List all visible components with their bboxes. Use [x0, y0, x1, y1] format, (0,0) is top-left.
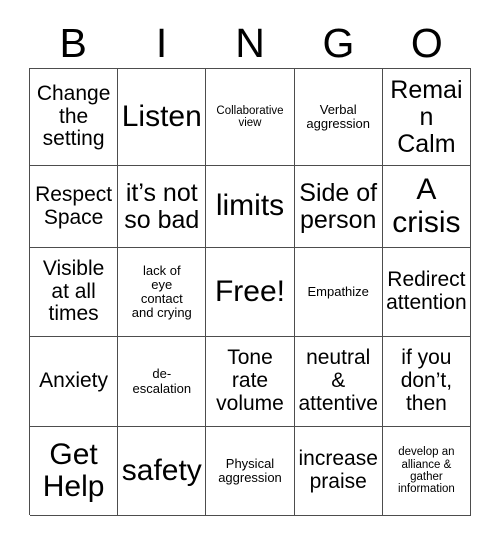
bingo-cell-label: increase praise — [298, 447, 378, 493]
bingo-header-letter-o: O — [410, 19, 443, 66]
bingo-cell-label: Tone rate volume — [216, 346, 284, 415]
bingo-cell[interactable]: Tone rate volume — [206, 337, 295, 427]
bingo-header-letter-g: G — [322, 19, 355, 66]
bingo-cell-label: limits — [215, 189, 285, 223]
bingo-cell-label: Listen — [121, 99, 202, 133]
bingo-cell-label: de- escalation — [132, 366, 192, 396]
bingo-cell[interactable]: safety — [118, 427, 207, 516]
bingo-cell[interactable]: Get Help — [30, 427, 119, 516]
bingo-cell-label: Redirect attention — [386, 268, 467, 314]
bingo-cell[interactable]: Empathize — [294, 248, 383, 337]
bingo-cell[interactable]: Remain Calm — [382, 69, 471, 166]
bingo-cell[interactable]: Redirect attention — [382, 248, 471, 337]
bingo-header-letter-n: N — [235, 19, 265, 66]
bingo-cell-label: Side of person — [299, 178, 378, 234]
bingo-cell[interactable]: Anxiety — [30, 337, 119, 427]
bingo-cell-label: Anxiety — [39, 369, 109, 393]
bingo-cell-label: Respect Space — [35, 182, 113, 229]
bingo-cell[interactable]: Verbal aggression — [294, 69, 383, 166]
bingo-cell-label: Free! — [214, 274, 285, 308]
bingo-cell-label: Collaborative view — [216, 104, 284, 129]
bingo-cell-label: A crisis — [392, 173, 461, 239]
bingo-cell[interactable]: Change the setting — [30, 69, 119, 166]
bingo-header-letter-b: B — [59, 19, 87, 66]
bingo-cell-label: Remain Calm — [390, 75, 463, 158]
bingo-cell-label: it’s not so bad — [124, 178, 200, 234]
bingo-header-row: BINGO — [29, 18, 471, 68]
bingo-cell[interactable]: Side of person — [294, 166, 383, 248]
bingo-cell-label: lack of eye contact and crying — [131, 262, 192, 321]
bingo-cell[interactable]: limits — [206, 166, 295, 248]
bingo-cell[interactable]: de- escalation — [118, 337, 207, 427]
bingo-cell[interactable]: Collaborative view — [206, 69, 295, 166]
bingo-cell-label: Empathize — [307, 283, 369, 299]
bingo-cell-label: safety — [121, 453, 202, 487]
bingo-cell-label: neutral & attentive — [298, 346, 378, 415]
bingo-cell[interactable]: neutral & attentive — [294, 337, 383, 427]
bingo-card: B I N G O Change the setting Listen Collaborat… — [0, 0, 500, 544]
bingo-cell[interactable]: Listen — [118, 69, 207, 166]
bingo-cell-label: Change the setting — [36, 81, 111, 151]
bingo-cell-label: develop an alliance & gather information — [397, 446, 455, 496]
bingo-grid: Change the setting Listen Collaborative vi… — [29, 68, 471, 516]
bingo-cell[interactable]: increase praise — [294, 427, 383, 516]
bingo-cell[interactable]: if you don’t, then — [382, 337, 471, 427]
bingo-cell-label: Physical aggression — [218, 455, 282, 485]
bingo-cell[interactable]: it’s not so bad — [118, 166, 207, 248]
bingo-cell[interactable]: Physical aggression — [206, 427, 295, 516]
bingo-cell[interactable]: Visible at all times — [30, 248, 119, 337]
bingo-cell[interactable]: develop an alliance & gather information — [382, 427, 471, 516]
bingo-free-cell[interactable]: Free! — [206, 248, 295, 337]
bingo-cell[interactable]: A crisis — [382, 166, 471, 248]
bingo-cell-label: if you don’t, then — [400, 346, 453, 415]
bingo-cell[interactable]: Respect Space — [30, 166, 119, 248]
bingo-cell-label: Verbal aggression — [306, 101, 370, 131]
bingo-header-letter-i: I — [155, 19, 168, 66]
bingo-cell-label: Visible at all times — [42, 256, 105, 326]
bingo-cell-label: Get Help — [42, 437, 105, 503]
bingo-cell[interactable]: lack of eye contact and crying — [118, 248, 207, 337]
